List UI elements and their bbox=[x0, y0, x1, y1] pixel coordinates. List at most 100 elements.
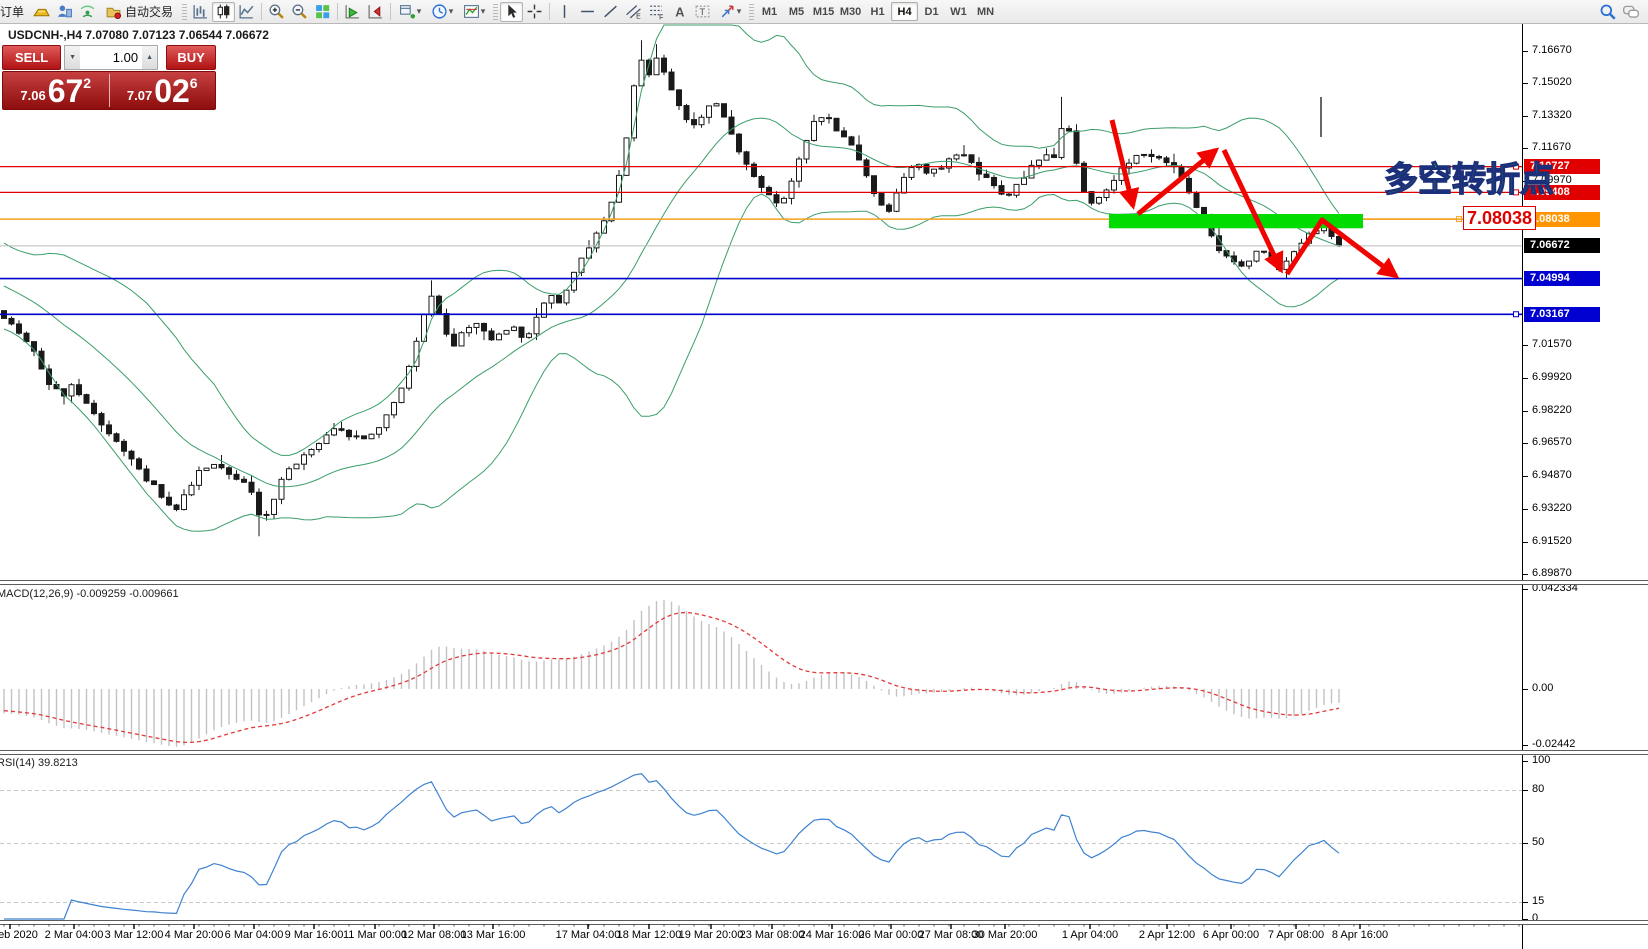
rsi-tick bbox=[1523, 761, 1528, 762]
timeframe-clock-button[interactable]: ▾ bbox=[426, 2, 458, 22]
svg-text:T: T bbox=[699, 7, 705, 18]
macd-label: MACD(12,26,9) -0.009259 -0.009661 bbox=[0, 588, 179, 600]
trend-arrow[interactable] bbox=[1287, 220, 1396, 276]
rsi-line bbox=[4, 774, 1339, 919]
panel-divider[interactable] bbox=[0, 750, 1648, 755]
sell-button[interactable]: SELL bbox=[2, 45, 61, 70]
text-label-tool-icon[interactable]: T bbox=[691, 2, 714, 22]
cursor-icon[interactable] bbox=[500, 2, 523, 22]
autotrading-label: 自动交易 bbox=[125, 3, 173, 20]
text-tool-icon[interactable]: A bbox=[668, 2, 691, 22]
horizontal-line-tool-icon[interactable] bbox=[576, 2, 599, 22]
new-order-button[interactable]: 订单 bbox=[0, 2, 30, 22]
price-tick-label: 6.99920 bbox=[1532, 371, 1572, 383]
price-tick-label: 7.15020 bbox=[1532, 76, 1572, 88]
price-tick bbox=[1523, 443, 1528, 444]
timeframe-M1-button[interactable]: M1 bbox=[756, 2, 783, 21]
candlestick-chart-type-icon[interactable] bbox=[212, 2, 235, 22]
price-tick bbox=[1523, 378, 1528, 379]
price-tag-label[interactable]: 7.08038 bbox=[1463, 206, 1536, 230]
one-click-trade-panel: SELL ▼ 1.00 ▲ BUY 7.06672 7.07026 bbox=[2, 45, 216, 110]
rsi-tick-label: 50 bbox=[1532, 836, 1544, 848]
time-axis-label: 4 Mar 20:00 bbox=[165, 929, 224, 941]
zoom-out-icon[interactable] bbox=[288, 2, 311, 22]
line-handle[interactable] bbox=[1514, 312, 1519, 317]
toolbar-separator bbox=[261, 3, 262, 20]
equidistant-channel-tool-icon[interactable]: E bbox=[622, 2, 645, 22]
timeframe-M15-button[interactable]: M15 bbox=[810, 2, 837, 21]
chevron-down-icon: ▾ bbox=[737, 6, 742, 17]
price-tick bbox=[1523, 574, 1528, 575]
price-tick-label: 6.96570 bbox=[1532, 436, 1572, 448]
trend-arrow[interactable] bbox=[1224, 150, 1281, 270]
price-tick bbox=[1523, 148, 1528, 149]
timeframe-H1-button[interactable]: H1 bbox=[864, 2, 891, 21]
time-axis-label: 6 Mar 04:00 bbox=[225, 929, 284, 941]
time-axis-label: 2 Apr 12:00 bbox=[1139, 929, 1195, 941]
trendline-tool-icon[interactable] bbox=[599, 2, 622, 22]
price-tick-label: 6.89870 bbox=[1532, 567, 1572, 579]
fibonacci-tool-icon[interactable]: F bbox=[645, 2, 668, 22]
price-tick-label: 6.94870 bbox=[1532, 469, 1572, 481]
rsi-tick bbox=[1523, 843, 1528, 844]
timeframe-W1-button[interactable]: W1 bbox=[945, 2, 972, 21]
macd-tick bbox=[1523, 745, 1528, 746]
autotrading-button[interactable]: 自动交易 bbox=[99, 2, 179, 22]
price-tick-label: 6.98220 bbox=[1532, 404, 1572, 416]
timeframe-M30-button[interactable]: M30 bbox=[837, 2, 864, 21]
buy-button[interactable]: BUY bbox=[166, 45, 216, 70]
time-axis-label: 8 Apr 16:00 bbox=[1332, 929, 1388, 941]
search-icon[interactable] bbox=[1596, 2, 1619, 22]
time-axis-label: 1 Apr 04:00 bbox=[1062, 929, 1118, 941]
toolbar-grip bbox=[749, 4, 754, 20]
chat-icon[interactable] bbox=[1619, 2, 1642, 22]
signals-icon[interactable] bbox=[76, 2, 99, 22]
crosshair-icon[interactable] bbox=[523, 2, 546, 22]
rsi-tick-label: 15 bbox=[1532, 895, 1544, 907]
timeframe-D1-button[interactable]: D1 bbox=[918, 2, 945, 21]
time-axis-label: 2 Mar 04:00 bbox=[45, 929, 104, 941]
rsi-tick-label: 100 bbox=[1532, 754, 1550, 766]
macd-tick bbox=[1523, 589, 1528, 590]
publisher-icon[interactable] bbox=[53, 2, 76, 22]
timeframe-H4-button[interactable]: H4 bbox=[891, 2, 918, 21]
sell-quote[interactable]: 7.06672 bbox=[3, 72, 109, 109]
trend-arrow[interactable] bbox=[1138, 150, 1216, 214]
macd-tick-label: 0.00 bbox=[1532, 682, 1553, 694]
toolbar: 订单 自动交易 ▾ ▾ ▾ E F A T ▾ M1 bbox=[0, 0, 1648, 24]
volume-down-button[interactable]: ▼ bbox=[65, 46, 80, 69]
time-axis-label: 30 Mar 20:00 bbox=[973, 929, 1038, 941]
timeframe-MN-button[interactable]: MN bbox=[972, 2, 999, 21]
panel-divider[interactable] bbox=[0, 580, 1648, 585]
price-badge: 7.04994 bbox=[1524, 271, 1600, 286]
autotrading-icon bbox=[105, 3, 122, 20]
time-axis-label: 11 Mar 00:00 bbox=[343, 929, 407, 941]
vertical-line-tool-icon[interactable] bbox=[553, 2, 576, 22]
templates-button[interactable]: ▾ bbox=[458, 2, 490, 22]
price-badge: 7.03167 bbox=[1524, 307, 1600, 322]
price-tick bbox=[1523, 476, 1528, 477]
toolbar-separator bbox=[549, 3, 550, 20]
line-chart-type-icon[interactable] bbox=[235, 2, 258, 22]
bar-chart-type-icon[interactable] bbox=[189, 2, 212, 22]
volume-up-button[interactable]: ▲ bbox=[142, 46, 157, 69]
turning-point-annotation[interactable]: 多空转折点 bbox=[1384, 152, 1554, 201]
chart-shift-icon[interactable] bbox=[364, 2, 387, 22]
new-chart-button[interactable]: ▾ bbox=[394, 2, 426, 22]
deposit-gold-icon[interactable] bbox=[30, 2, 53, 22]
price-tick bbox=[1523, 411, 1528, 412]
tile-windows-icon[interactable] bbox=[311, 2, 334, 22]
timeframe-M5-button[interactable]: M5 bbox=[783, 2, 810, 21]
volume-input[interactable]: 1.00 bbox=[80, 46, 142, 69]
rsi-tick-label: 80 bbox=[1532, 783, 1544, 795]
chevron-down-icon: ▾ bbox=[417, 6, 422, 17]
time-axis-label: 13 Mar 16:00 bbox=[461, 929, 526, 941]
zoom-in-icon[interactable] bbox=[265, 2, 288, 22]
svg-text:A: A bbox=[675, 4, 684, 19]
sell-price-big: 67 bbox=[48, 74, 84, 108]
buy-quote[interactable]: 7.07026 bbox=[110, 72, 216, 109]
auto-scroll-icon[interactable] bbox=[341, 2, 364, 22]
symbol-name: USDCNH-,H4 bbox=[8, 28, 82, 42]
price-tick bbox=[1523, 345, 1528, 346]
arrows-tool-button[interactable]: ▾ bbox=[714, 2, 746, 22]
